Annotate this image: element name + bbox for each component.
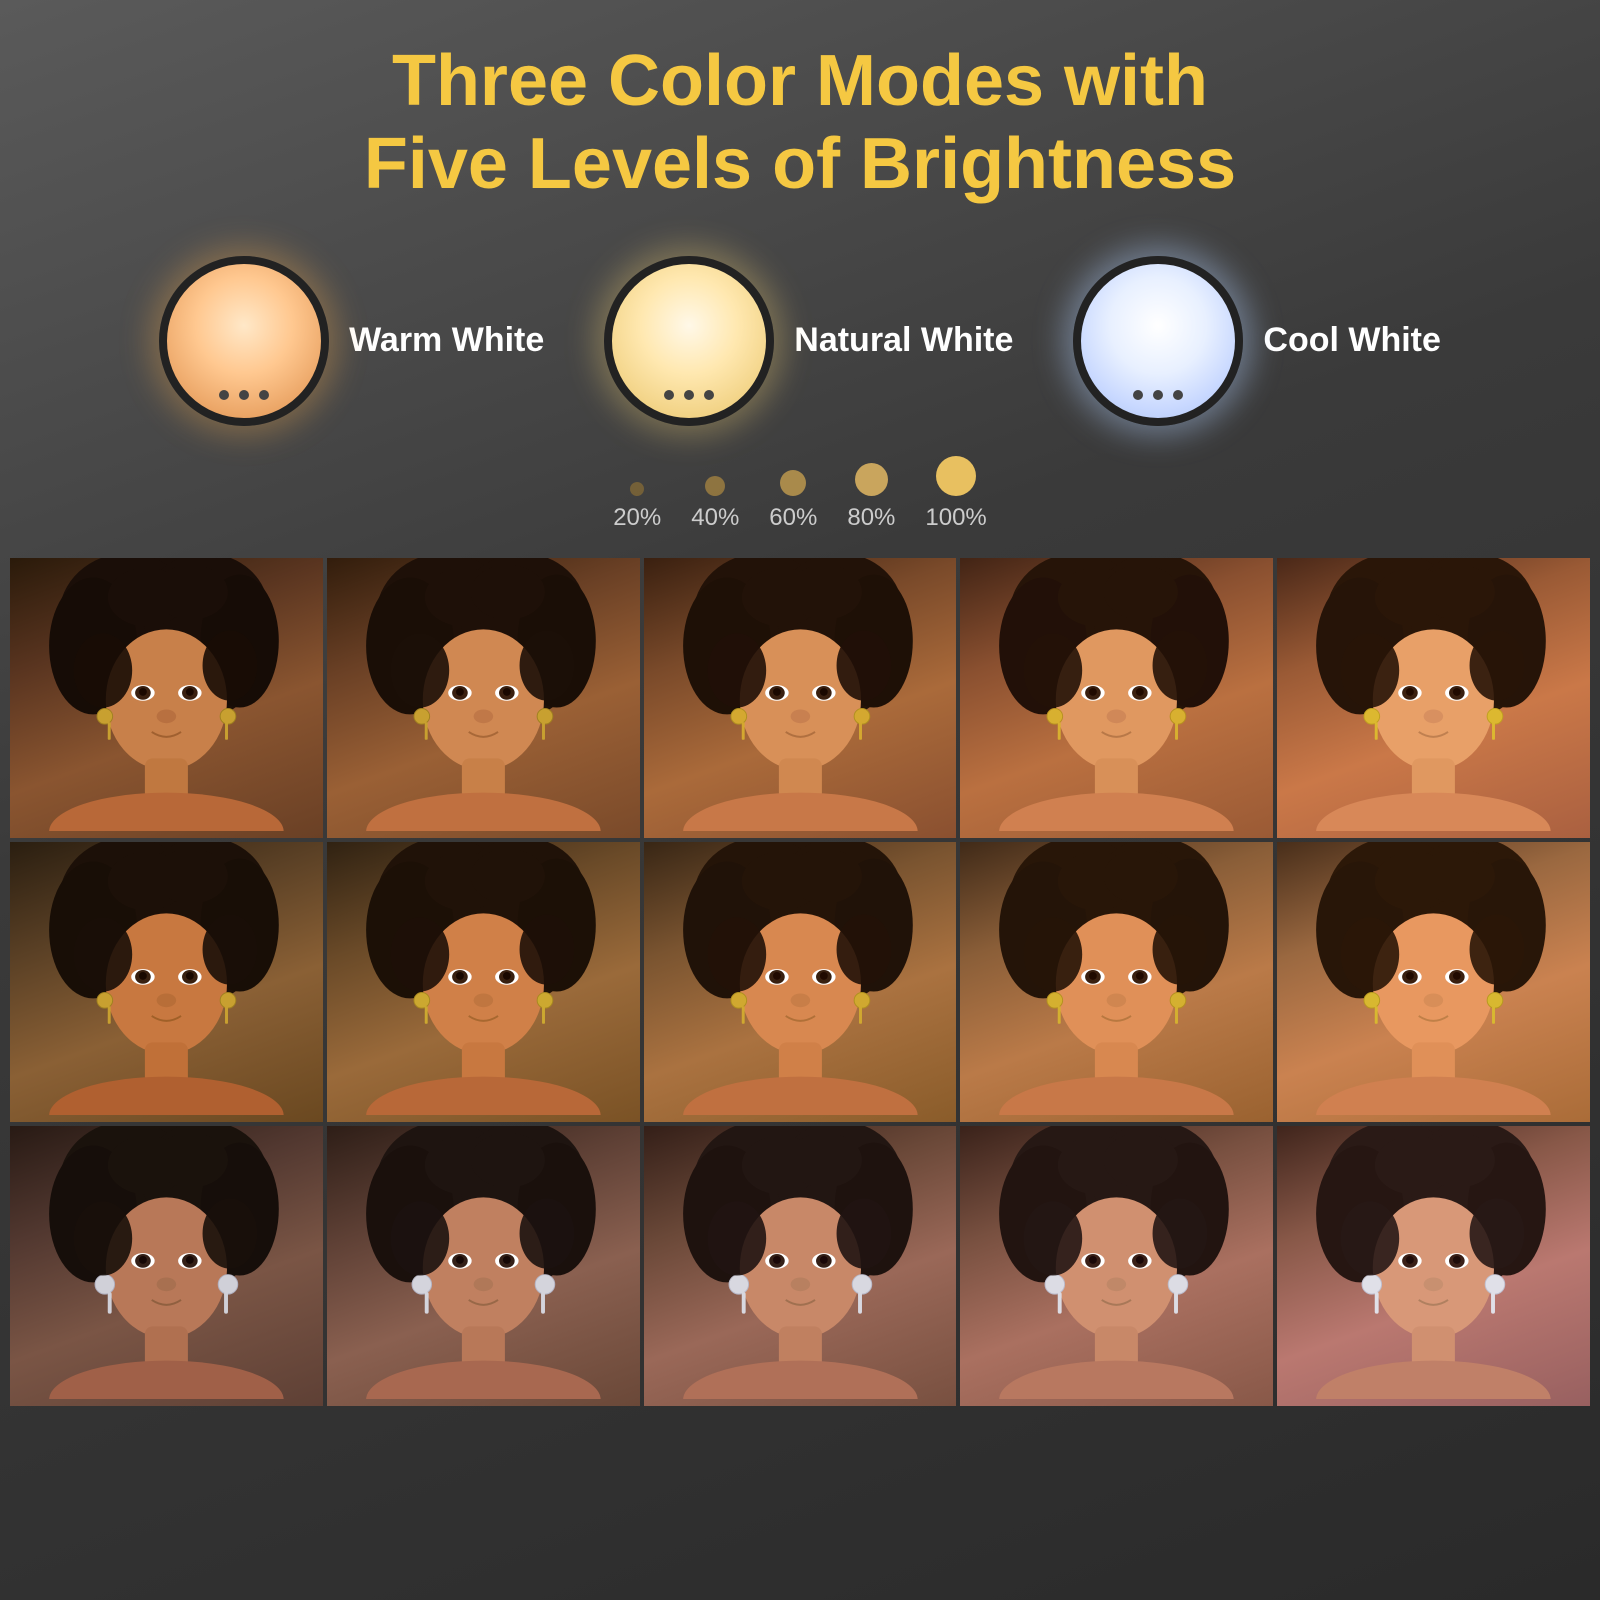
photo-warm-80: [960, 558, 1273, 838]
warm-white-mode: Warm White: [159, 256, 544, 426]
photo-warm-60: [644, 558, 957, 838]
brightness-label-40: 40%: [691, 504, 739, 532]
photo-grid: [10, 558, 1590, 1406]
main-title: Three Color Modes with Five Levels of Br…: [364, 40, 1236, 206]
photo-natural-20: [10, 842, 323, 1122]
natural-dot-1: [664, 390, 674, 400]
photo-warm-100: [1277, 558, 1590, 838]
warm-light-circle: [159, 256, 329, 426]
photo-natural-60: [644, 842, 957, 1122]
brightness-20: 20%: [613, 482, 661, 532]
warm-light-dots: [219, 390, 269, 400]
brightness-label-20: 20%: [613, 504, 661, 532]
cool-dot-1: [1133, 390, 1143, 400]
cool-light-dots: [1133, 390, 1183, 400]
page-wrapper: Three Color Modes with Five Levels of Br…: [0, 0, 1600, 1600]
cool-dot-3: [1173, 390, 1183, 400]
photo-cool-60: [644, 1126, 957, 1406]
photo-warm-40: [327, 558, 640, 838]
photo-natural-100: [1277, 842, 1590, 1122]
brightness-dot-60: [780, 470, 806, 496]
photo-cool-100: [1277, 1126, 1590, 1406]
brightness-label-100: 100%: [925, 504, 986, 532]
cool-white-label: Cool White: [1263, 321, 1441, 360]
brightness-100: 100%: [925, 456, 986, 532]
brightness-label-60: 60%: [769, 504, 817, 532]
warm-dot-3: [259, 390, 269, 400]
photo-cool-20: [10, 1126, 323, 1406]
cool-light-wrap: [1073, 256, 1243, 426]
title-line2: Five Levels of Brightness: [364, 124, 1236, 204]
natural-white-label: Natural White: [794, 321, 1013, 360]
warm-light-wrap: [159, 256, 329, 426]
cool-light-circle: [1073, 256, 1243, 426]
brightness-dot-20: [630, 482, 644, 496]
brightness-dot-80: [855, 463, 888, 496]
natural-dot-3: [704, 390, 714, 400]
natural-dot-2: [684, 390, 694, 400]
cool-white-mode: Cool White: [1073, 256, 1441, 426]
natural-light-dots: [664, 390, 714, 400]
warm-white-label: Warm White: [349, 321, 544, 360]
brightness-40: 40%: [691, 476, 739, 532]
photo-natural-80: [960, 842, 1273, 1122]
header-section: Three Color Modes with Five Levels of Br…: [344, 0, 1256, 226]
brightness-label-80: 80%: [847, 504, 895, 532]
brightness-dot-40: [705, 476, 725, 496]
photo-warm-20: [10, 558, 323, 838]
brightness-row: 20% 40% 60% 80% 100%: [613, 456, 987, 532]
warm-dot-1: [219, 390, 229, 400]
photo-cool-40: [327, 1126, 640, 1406]
natural-light-wrap: [604, 256, 774, 426]
brightness-60: 60%: [769, 470, 817, 532]
warm-dot-2: [239, 390, 249, 400]
title-line1: Three Color Modes with: [392, 41, 1208, 121]
natural-light-circle: [604, 256, 774, 426]
photo-cool-80: [960, 1126, 1273, 1406]
brightness-dot-100: [936, 456, 976, 496]
color-modes-row: Warm White Natural White: [159, 256, 1441, 426]
photo-natural-40: [327, 842, 640, 1122]
brightness-80: 80%: [847, 463, 895, 532]
natural-white-mode: Natural White: [604, 256, 1013, 426]
cool-dot-2: [1153, 390, 1163, 400]
